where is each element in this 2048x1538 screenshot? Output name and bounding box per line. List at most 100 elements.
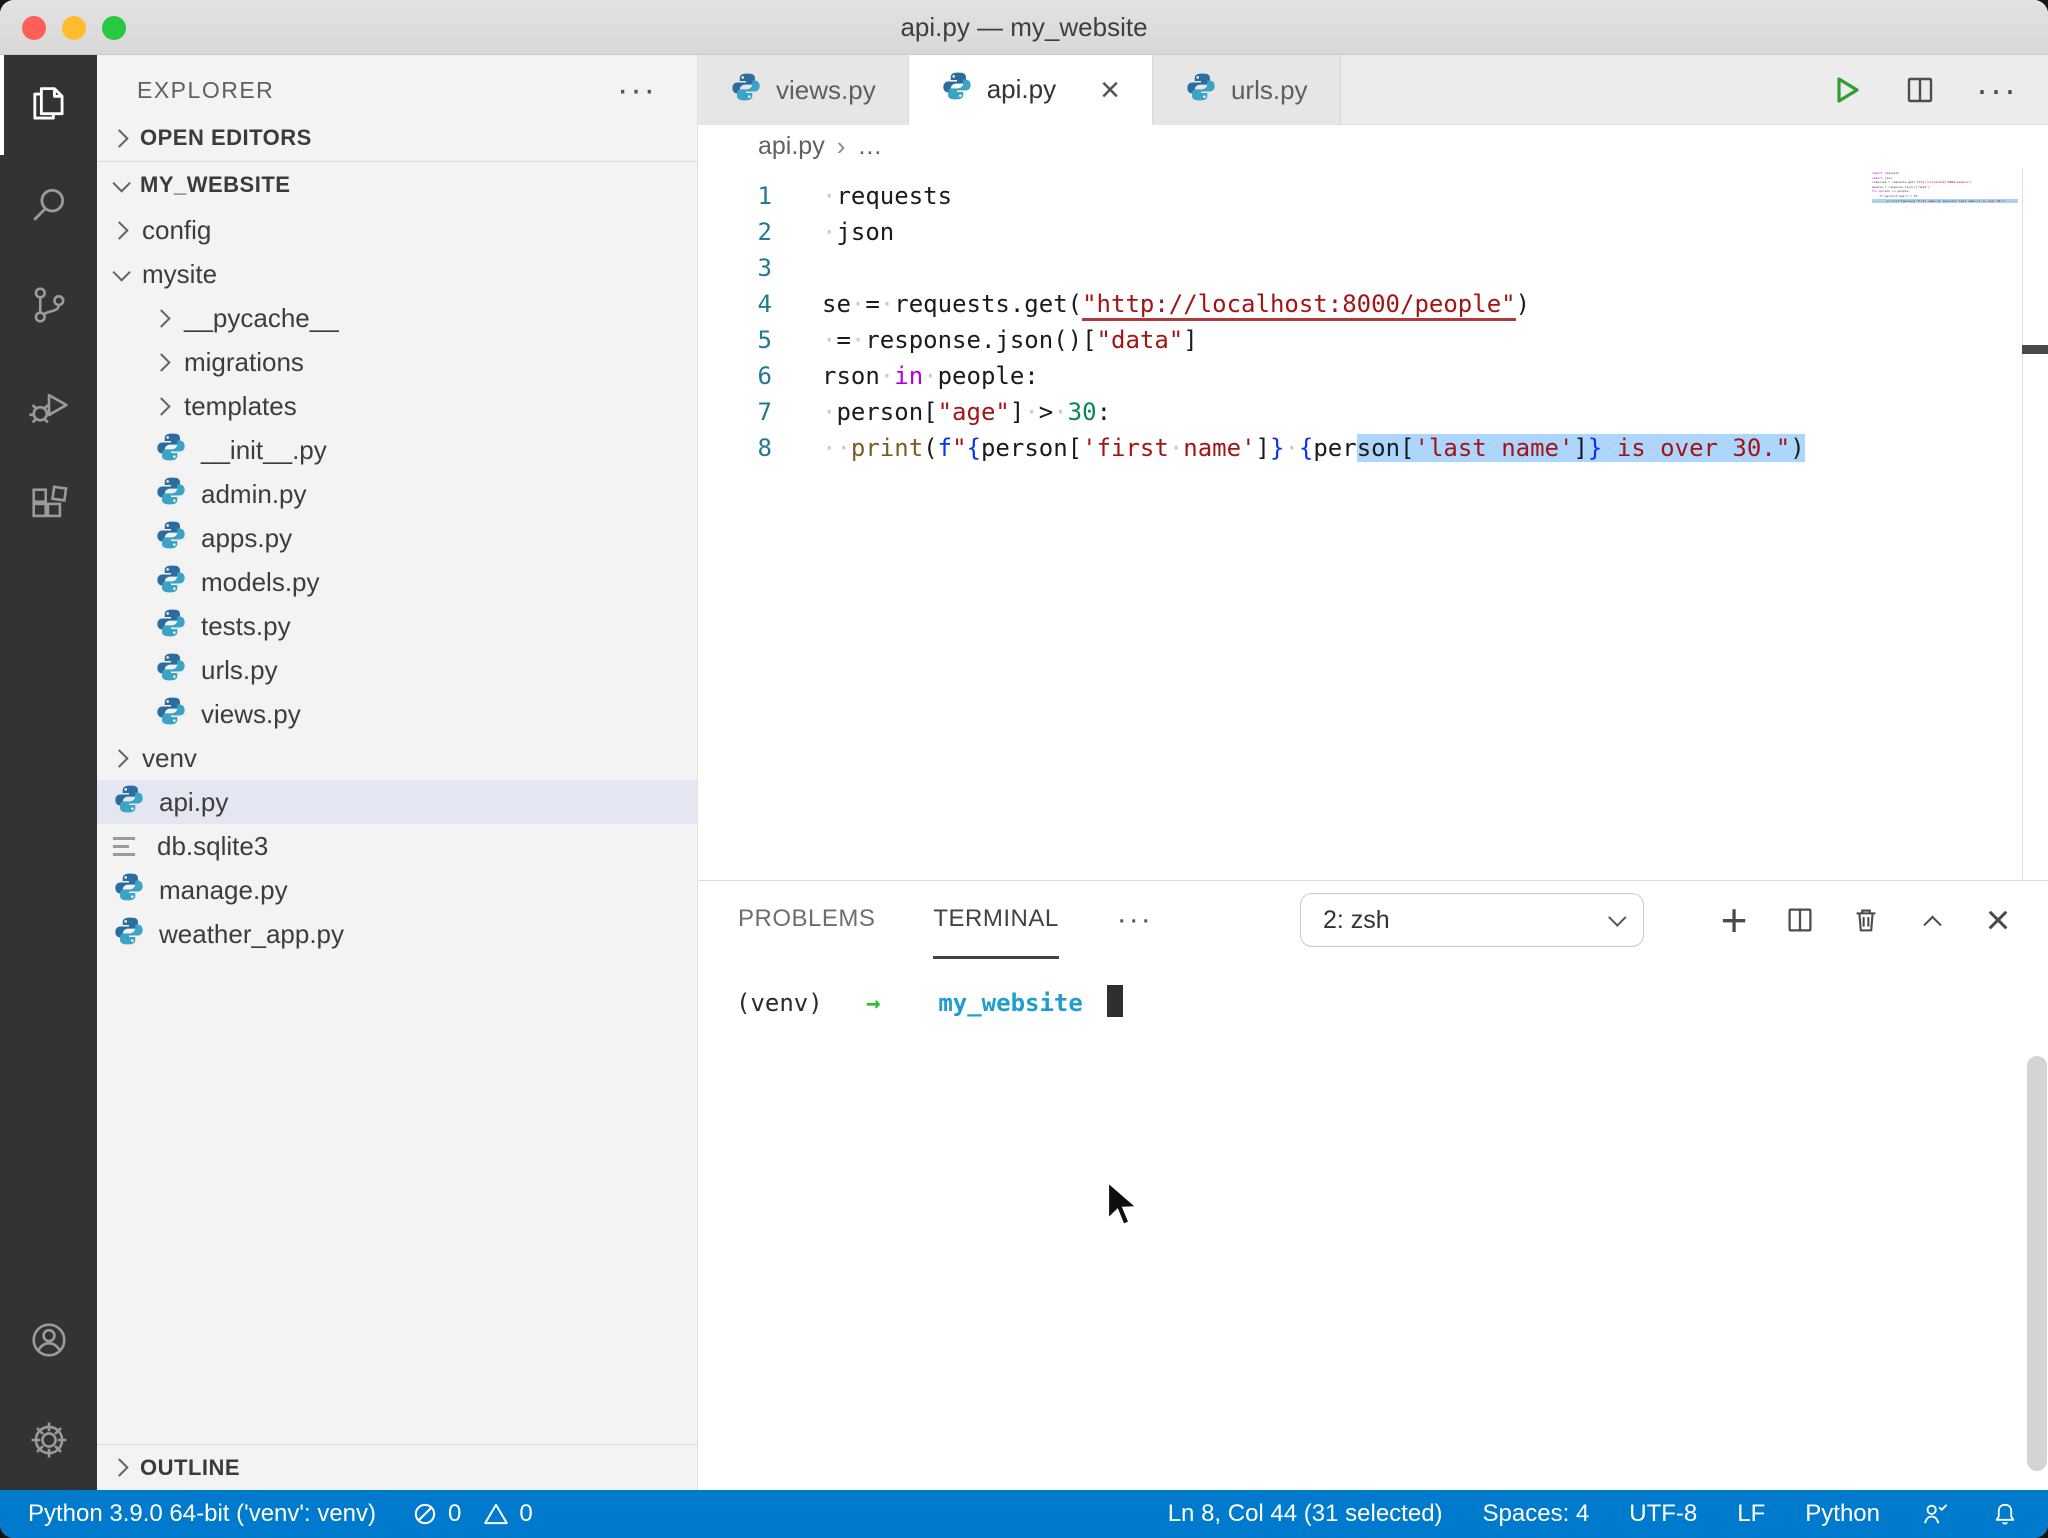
terminal-shell-select[interactable]: 2: zsh (1300, 893, 1644, 947)
panel-kill-terminal-icon[interactable] (1846, 900, 1886, 940)
tree-item-label: manage.py (159, 875, 288, 906)
tree-item-apps-py[interactable]: apps.py (97, 516, 697, 560)
status-problems[interactable]: 00 (410, 1499, 533, 1529)
tree-item-label: tests.py (201, 611, 291, 642)
tab-urls-py[interactable]: urls.py (1153, 55, 1341, 125)
status-eol[interactable]: LF (1737, 1500, 1765, 1528)
tree-item-admin-py[interactable]: admin.py (97, 472, 697, 516)
panel-split-terminal-icon[interactable] (1780, 900, 1820, 940)
panel-new-terminal-icon[interactable]: + (1714, 900, 1754, 940)
workspace-section[interactable]: MY_WEBSITE (97, 162, 697, 208)
terminal-content[interactable]: (venv) → my_website (698, 959, 2048, 1017)
tree-item-migrations[interactable]: migrations (97, 340, 697, 384)
overview-ruler[interactable] (2022, 168, 2048, 880)
tree-item-db-sqlite3[interactable]: db.sqlite3 (97, 824, 697, 868)
chevron-right-icon (152, 397, 170, 415)
breadcrumb-file[interactable]: api.py (758, 132, 825, 161)
tree-item-label: mysite (142, 259, 217, 290)
tree-item-api-py[interactable]: api.py (97, 780, 697, 824)
panel-more-actions-icon[interactable]: ··· (1117, 913, 1153, 927)
status-notifications[interactable] (1990, 1499, 2020, 1529)
status-language-mode[interactable]: Python (1805, 1500, 1880, 1528)
status-bar: Python 3.9.0 64-bit ('venv': venv) 00 Ln 8… (0, 1490, 2048, 1538)
tree-item-label: config (142, 215, 211, 246)
python-icon (155, 475, 187, 507)
terminal-shell-value: 2: zsh (1323, 906, 1390, 935)
tree-item-config[interactable]: config (97, 208, 697, 252)
panel-close-panel-icon[interactable]: × (1978, 900, 2018, 940)
tree-item-label: db.sqlite3 (157, 831, 268, 862)
tab-views-py[interactable]: views.py (698, 55, 909, 125)
activity-extensions-icon[interactable] (0, 455, 97, 555)
tree-item-label: __pycache__ (184, 303, 339, 334)
open-editors-section[interactable]: OPEN EDITORS (97, 115, 697, 161)
run-python-file-button[interactable] (1828, 72, 1864, 108)
code-line-content: ·=·response.json()["data"] (772, 326, 1198, 354)
tree-item-mysite[interactable]: mysite (97, 252, 697, 296)
traffic-lights (22, 0, 126, 55)
activity-explorer-icon[interactable] (0, 55, 97, 155)
status-cursor-position[interactable]: Ln 8, Col 44 (31 selected) (1168, 1500, 1443, 1528)
line-number: 4 (698, 286, 772, 322)
outline-section[interactable]: OUTLINE (97, 1444, 697, 1490)
tree-item-label: venv (142, 743, 197, 774)
open-editors-label: OPEN EDITORS (140, 125, 312, 151)
editor-group: views.pyapi.py×urls.py··· api.py › … 1·r… (698, 55, 2048, 1490)
code-line-content: rson·in·people: (772, 362, 1039, 390)
warning-count: 0 (519, 1500, 532, 1528)
tab-label: views.py (776, 75, 876, 106)
bottom-panel: PROBLEMS TERMINAL ··· 2: zsh + × (venv) → … (698, 880, 2048, 1490)
status-encoding[interactable]: UTF-8 (1629, 1500, 1697, 1528)
split-editor-button[interactable] (1902, 72, 1938, 108)
status-indentation[interactable]: Spaces: 4 (1483, 1500, 1590, 1528)
python-file-icon (113, 783, 145, 822)
tree-item-weather-app-py[interactable]: weather_app.py (97, 912, 697, 956)
tree-item--init-py[interactable]: __init__.py (97, 428, 697, 472)
chevron-right-icon (110, 1458, 128, 1476)
zoom-window-button[interactable] (102, 16, 126, 40)
tab-api-py[interactable]: api.py× (909, 55, 1153, 125)
activity-search-icon[interactable] (0, 155, 97, 255)
tab-bar: views.py api.py×urls.py ··· (698, 55, 2048, 125)
breadcrumb-separator: › (837, 131, 846, 162)
breadcrumb: api.py › … (698, 125, 2048, 168)
code-line: 2·json (698, 214, 2048, 250)
panel-maximize-panel-icon[interactable] (1912, 900, 1952, 940)
explorer-more-actions-icon[interactable]: ··· (617, 80, 657, 100)
code-line: 7·person["age"]·>·30: (698, 394, 2048, 430)
activity-run-debug-icon[interactable] (0, 355, 97, 455)
tree-item-urls-py[interactable]: urls.py (97, 648, 697, 692)
minimize-window-button[interactable] (62, 16, 86, 40)
status-feedback[interactable] (1920, 1499, 1950, 1529)
terminal-scrollbar[interactable] (2027, 1056, 2047, 1471)
minimap[interactable]: import requestsimport jsonresponse = req… (1872, 171, 2018, 203)
tree-item-manage-py[interactable]: manage.py (97, 868, 697, 912)
python-icon (155, 519, 187, 551)
activity-source-control-icon[interactable] (0, 255, 97, 355)
close-window-button[interactable] (22, 16, 46, 40)
chevron-right-icon (110, 221, 128, 239)
breadcrumb-more[interactable]: … (857, 132, 882, 161)
code-line: 1·requests (698, 178, 2048, 214)
panel-tab-problems[interactable]: PROBLEMS (738, 881, 875, 959)
tree-item-templates[interactable]: templates (97, 384, 697, 428)
editor-more-actions-icon[interactable]: ··· (1976, 80, 2018, 100)
python-file-icon (155, 431, 187, 470)
tree-item-models-py[interactable]: models.py (97, 560, 697, 604)
chevron-right-icon (152, 353, 170, 371)
activity-settings-icon[interactable] (0, 1390, 97, 1490)
tree-item-tests-py[interactable]: tests.py (97, 604, 697, 648)
line-number: 7 (698, 394, 772, 430)
code-line: 4se·=·requests.get("http://localhost:800… (698, 286, 2048, 322)
tree-item-views-py[interactable]: views.py (97, 692, 697, 736)
tree-item-venv[interactable]: venv (97, 736, 697, 780)
python-icon (155, 607, 187, 639)
code-editor[interactable]: 1·requests2·json34se·=·requests.get("htt… (698, 168, 2048, 880)
panel-tab-terminal[interactable]: TERMINAL (933, 881, 1058, 959)
python-file-icon (1185, 71, 1231, 110)
python-icon (155, 695, 187, 727)
tree-item--pycache-[interactable]: __pycache__ (97, 296, 697, 340)
activity-account-icon[interactable] (0, 1290, 97, 1390)
status-python-interpreter[interactable]: Python 3.9.0 64-bit ('venv': venv) (28, 1500, 376, 1528)
close-icon[interactable]: × (1100, 73, 1120, 107)
